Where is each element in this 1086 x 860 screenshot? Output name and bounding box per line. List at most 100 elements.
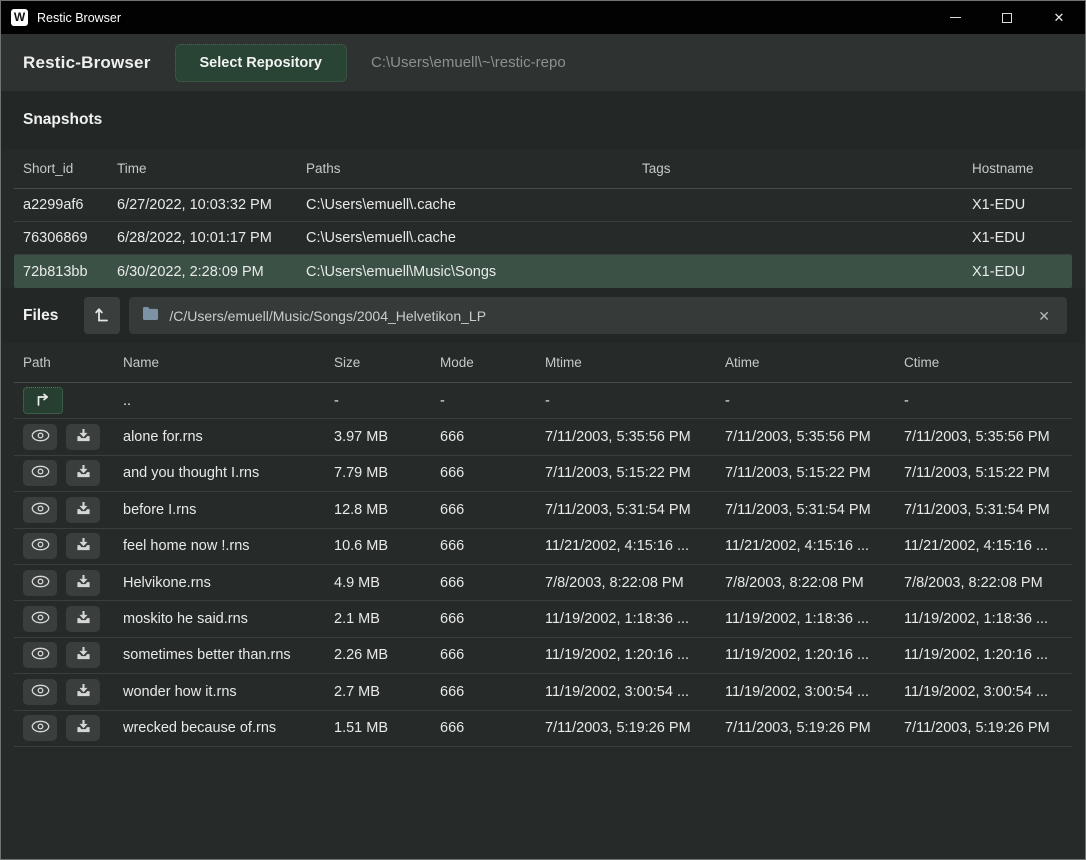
current-path-input[interactable]: /C/Users/emuell/Music/Songs/2004_Helveti… (129, 297, 1067, 334)
snapshot-row-selected[interactable]: 72b813bb 6/30/2022, 2:28:09 PM C:\Users\… (14, 255, 1072, 288)
level-up-icon (95, 306, 110, 326)
col-mtime: Mtime (545, 355, 725, 370)
file-row[interactable]: before I.rns 12.8 MB 666 7/11/2003, 5:31… (14, 492, 1072, 528)
empty-area (1, 747, 1085, 859)
file-atime: 11/21/2002, 4:15:16 ... (725, 538, 904, 554)
file-name: before I.rns (123, 502, 334, 518)
col-ctime: Ctime (904, 355, 1072, 370)
select-repository-button[interactable]: Select Repository (175, 44, 348, 82)
preview-file-button[interactable] (23, 533, 57, 559)
download-icon (76, 428, 91, 446)
download-file-button[interactable] (66, 679, 100, 705)
preview-file-button[interactable] (23, 679, 57, 705)
file-name: .. (123, 393, 334, 409)
file-mode: 666 (440, 684, 545, 700)
file-atime: 7/11/2003, 5:31:54 PM (725, 502, 904, 518)
snapshot-row[interactable]: a2299af6 6/27/2022, 10:03:32 PM C:\Users… (14, 189, 1072, 222)
file-atime: - (725, 393, 904, 409)
download-file-button[interactable] (66, 460, 100, 486)
file-mtime: - (545, 393, 725, 409)
eye-icon (31, 611, 50, 627)
eye-icon (31, 720, 50, 736)
window-title: Restic Browser (37, 11, 121, 25)
file-mtime: 7/11/2003, 5:31:54 PM (545, 502, 725, 518)
download-file-button[interactable] (66, 533, 100, 559)
file-mode: 666 (440, 720, 545, 736)
file-atime: 7/11/2003, 5:19:26 PM (725, 720, 904, 736)
files-heading: Files (23, 307, 58, 325)
snapshot-short-id: 76306869 (23, 230, 117, 246)
download-file-button[interactable] (66, 642, 100, 668)
preview-file-button[interactable] (23, 570, 57, 596)
file-ctime: 7/11/2003, 5:35:56 PM (904, 429, 1072, 445)
preview-file-button[interactable] (23, 497, 57, 523)
clear-path-button[interactable]: ✕ (1034, 307, 1054, 325)
col-name: Name (123, 355, 334, 370)
file-atime: 11/19/2002, 1:20:16 ... (725, 647, 904, 663)
file-row[interactable]: feel home now !.rns 10.6 MB 666 11/21/20… (14, 529, 1072, 565)
file-mode: 666 (440, 538, 545, 554)
close-button[interactable]: ✕ (1033, 1, 1085, 34)
file-row[interactable]: sometimes better than.rns 2.26 MB 666 11… (14, 638, 1072, 674)
snapshot-paths: C:\Users\emuell\.cache (306, 230, 642, 246)
open-parent-directory-button[interactable] (23, 387, 63, 414)
file-ctime: - (904, 393, 1072, 409)
current-path-value: /C/Users/emuell/Music/Songs/2004_Helveti… (169, 308, 1024, 324)
download-icon (76, 537, 91, 555)
file-atime: 7/11/2003, 5:15:22 PM (725, 465, 904, 481)
file-row[interactable]: wonder how it.rns 2.7 MB 666 11/19/2002,… (14, 674, 1072, 710)
folder-icon (142, 306, 159, 325)
maximize-button[interactable] (981, 1, 1033, 34)
close-icon: ✕ (1054, 10, 1065, 26)
file-row[interactable]: wrecked because of.rns 1.51 MB 666 7/11/… (14, 711, 1072, 747)
file-atime: 7/11/2003, 5:35:56 PM (725, 429, 904, 445)
snapshot-time: 6/28/2022, 10:01:17 PM (117, 230, 306, 246)
snapshot-row[interactable]: 76306869 6/28/2022, 10:01:17 PM C:\Users… (14, 222, 1072, 255)
eye-icon (31, 575, 50, 591)
eye-icon (31, 502, 50, 518)
preview-file-button[interactable] (23, 642, 57, 668)
preview-file-button[interactable] (23, 460, 57, 486)
snapshot-time: 6/27/2022, 10:03:32 PM (117, 197, 306, 213)
preview-file-button[interactable] (23, 424, 57, 450)
download-file-button[interactable] (66, 424, 100, 450)
file-mtime: 11/19/2002, 1:20:16 ... (545, 647, 725, 663)
file-row[interactable]: moskito he said.rns 2.1 MB 666 11/19/200… (14, 601, 1072, 637)
file-row[interactable]: alone for.rns 3.97 MB 666 7/11/2003, 5:3… (14, 419, 1072, 455)
file-row[interactable]: and you thought I.rns 7.79 MB 666 7/11/2… (14, 456, 1072, 492)
snapshot-short-id: 72b813bb (23, 264, 117, 280)
minimize-button[interactable] (929, 1, 981, 34)
download-file-button[interactable] (66, 497, 100, 523)
download-file-button[interactable] (66, 606, 100, 632)
file-mode: 666 (440, 611, 545, 627)
files-table-header: Path Name Size Mode Mtime Atime Ctime (14, 343, 1072, 383)
snapshot-hostname: X1-EDU (972, 197, 1072, 213)
file-ctime: 7/8/2003, 8:22:08 PM (904, 575, 1072, 591)
file-size: 2.26 MB (334, 647, 440, 663)
file-mode: 666 (440, 647, 545, 663)
file-mtime: 11/21/2002, 4:15:16 ... (545, 538, 725, 554)
parent-directory-row[interactable]: .. - - - - - (14, 383, 1072, 419)
file-size: 7.79 MB (334, 465, 440, 481)
file-ctime: 11/19/2002, 1:20:16 ... (904, 647, 1072, 663)
file-ctime: 7/11/2003, 5:15:22 PM (904, 465, 1072, 481)
download-file-button[interactable] (66, 570, 100, 596)
eye-icon (31, 465, 50, 481)
download-file-button[interactable] (66, 715, 100, 741)
file-mode: 666 (440, 502, 545, 518)
preview-file-button[interactable] (23, 715, 57, 741)
snapshot-paths: C:\Users\emuell\.cache (306, 197, 642, 213)
preview-file-button[interactable] (23, 606, 57, 632)
col-hostname: Hostname (972, 161, 1072, 176)
file-atime: 11/19/2002, 3:00:54 ... (725, 684, 904, 700)
file-row[interactable]: Helvikone.rns 4.9 MB 666 7/8/2003, 8:22:… (14, 565, 1072, 601)
col-paths: Paths (306, 161, 642, 176)
go-up-directory-button[interactable] (84, 297, 120, 334)
clear-x-icon: ✕ (1038, 308, 1050, 324)
files-toolbar: Files /C/Users/emuell/Music/Songs/2004_H… (1, 288, 1085, 343)
snapshot-paths: C:\Users\emuell\Music\Songs (306, 264, 642, 280)
file-size: 10.6 MB (334, 538, 440, 554)
app-header: Restic-Browser Select Repository C:\User… (1, 34, 1085, 91)
col-tags: Tags (642, 161, 972, 176)
file-ctime: 7/11/2003, 5:19:26 PM (904, 720, 1072, 736)
